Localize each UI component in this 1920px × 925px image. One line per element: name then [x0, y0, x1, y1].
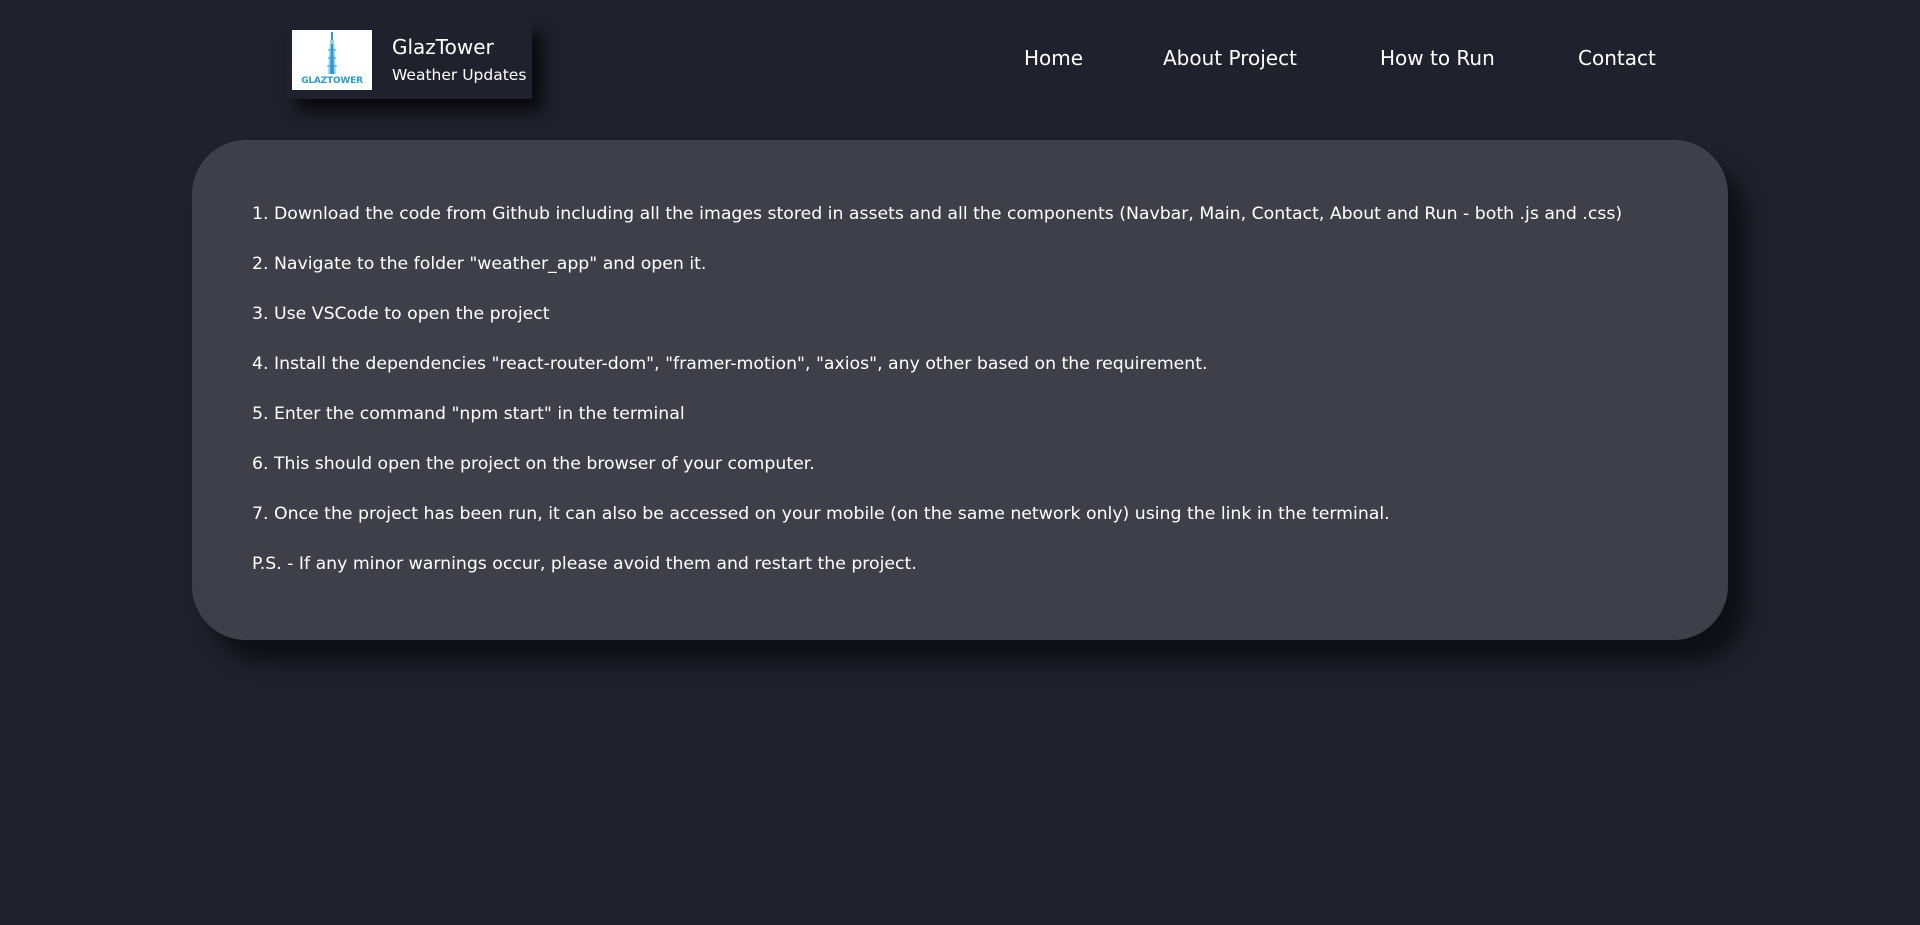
instruction-step: 2. Navigate to the folder "weather_app" …: [252, 254, 707, 274]
logo-wordmark: GLAZTOWER: [301, 76, 363, 86]
nav-link-contact[interactable]: Contact: [1578, 44, 1656, 72]
instruction-step: 4. Install the dependencies "react-route…: [252, 354, 1208, 374]
instructions-list: 1. Download the code from Github includi…: [252, 202, 1728, 576]
instruction-step: 6. This should open the project on the b…: [252, 454, 815, 474]
instruction-note: P.S. - If any minor warnings occur, plea…: [252, 554, 917, 574]
nav-link-home[interactable]: Home: [1024, 44, 1083, 72]
instruction-step: 5. Enter the command "npm start" in the …: [252, 404, 685, 424]
instruction-step: 1. Download the code from Github includi…: [252, 204, 1623, 224]
instruction-step: 7. Once the project has been run, it can…: [252, 504, 1390, 524]
nav-link-how-to-run[interactable]: How to Run: [1380, 44, 1495, 72]
instruction-step: 3. Use VSCode to open the project: [252, 304, 550, 324]
nav-link-about-project[interactable]: About Project: [1163, 44, 1297, 72]
main-nav: Home About Project How to Run Contact: [0, 44, 1920, 72]
instructions-card: 1. Download the code from Github includi…: [192, 140, 1728, 640]
